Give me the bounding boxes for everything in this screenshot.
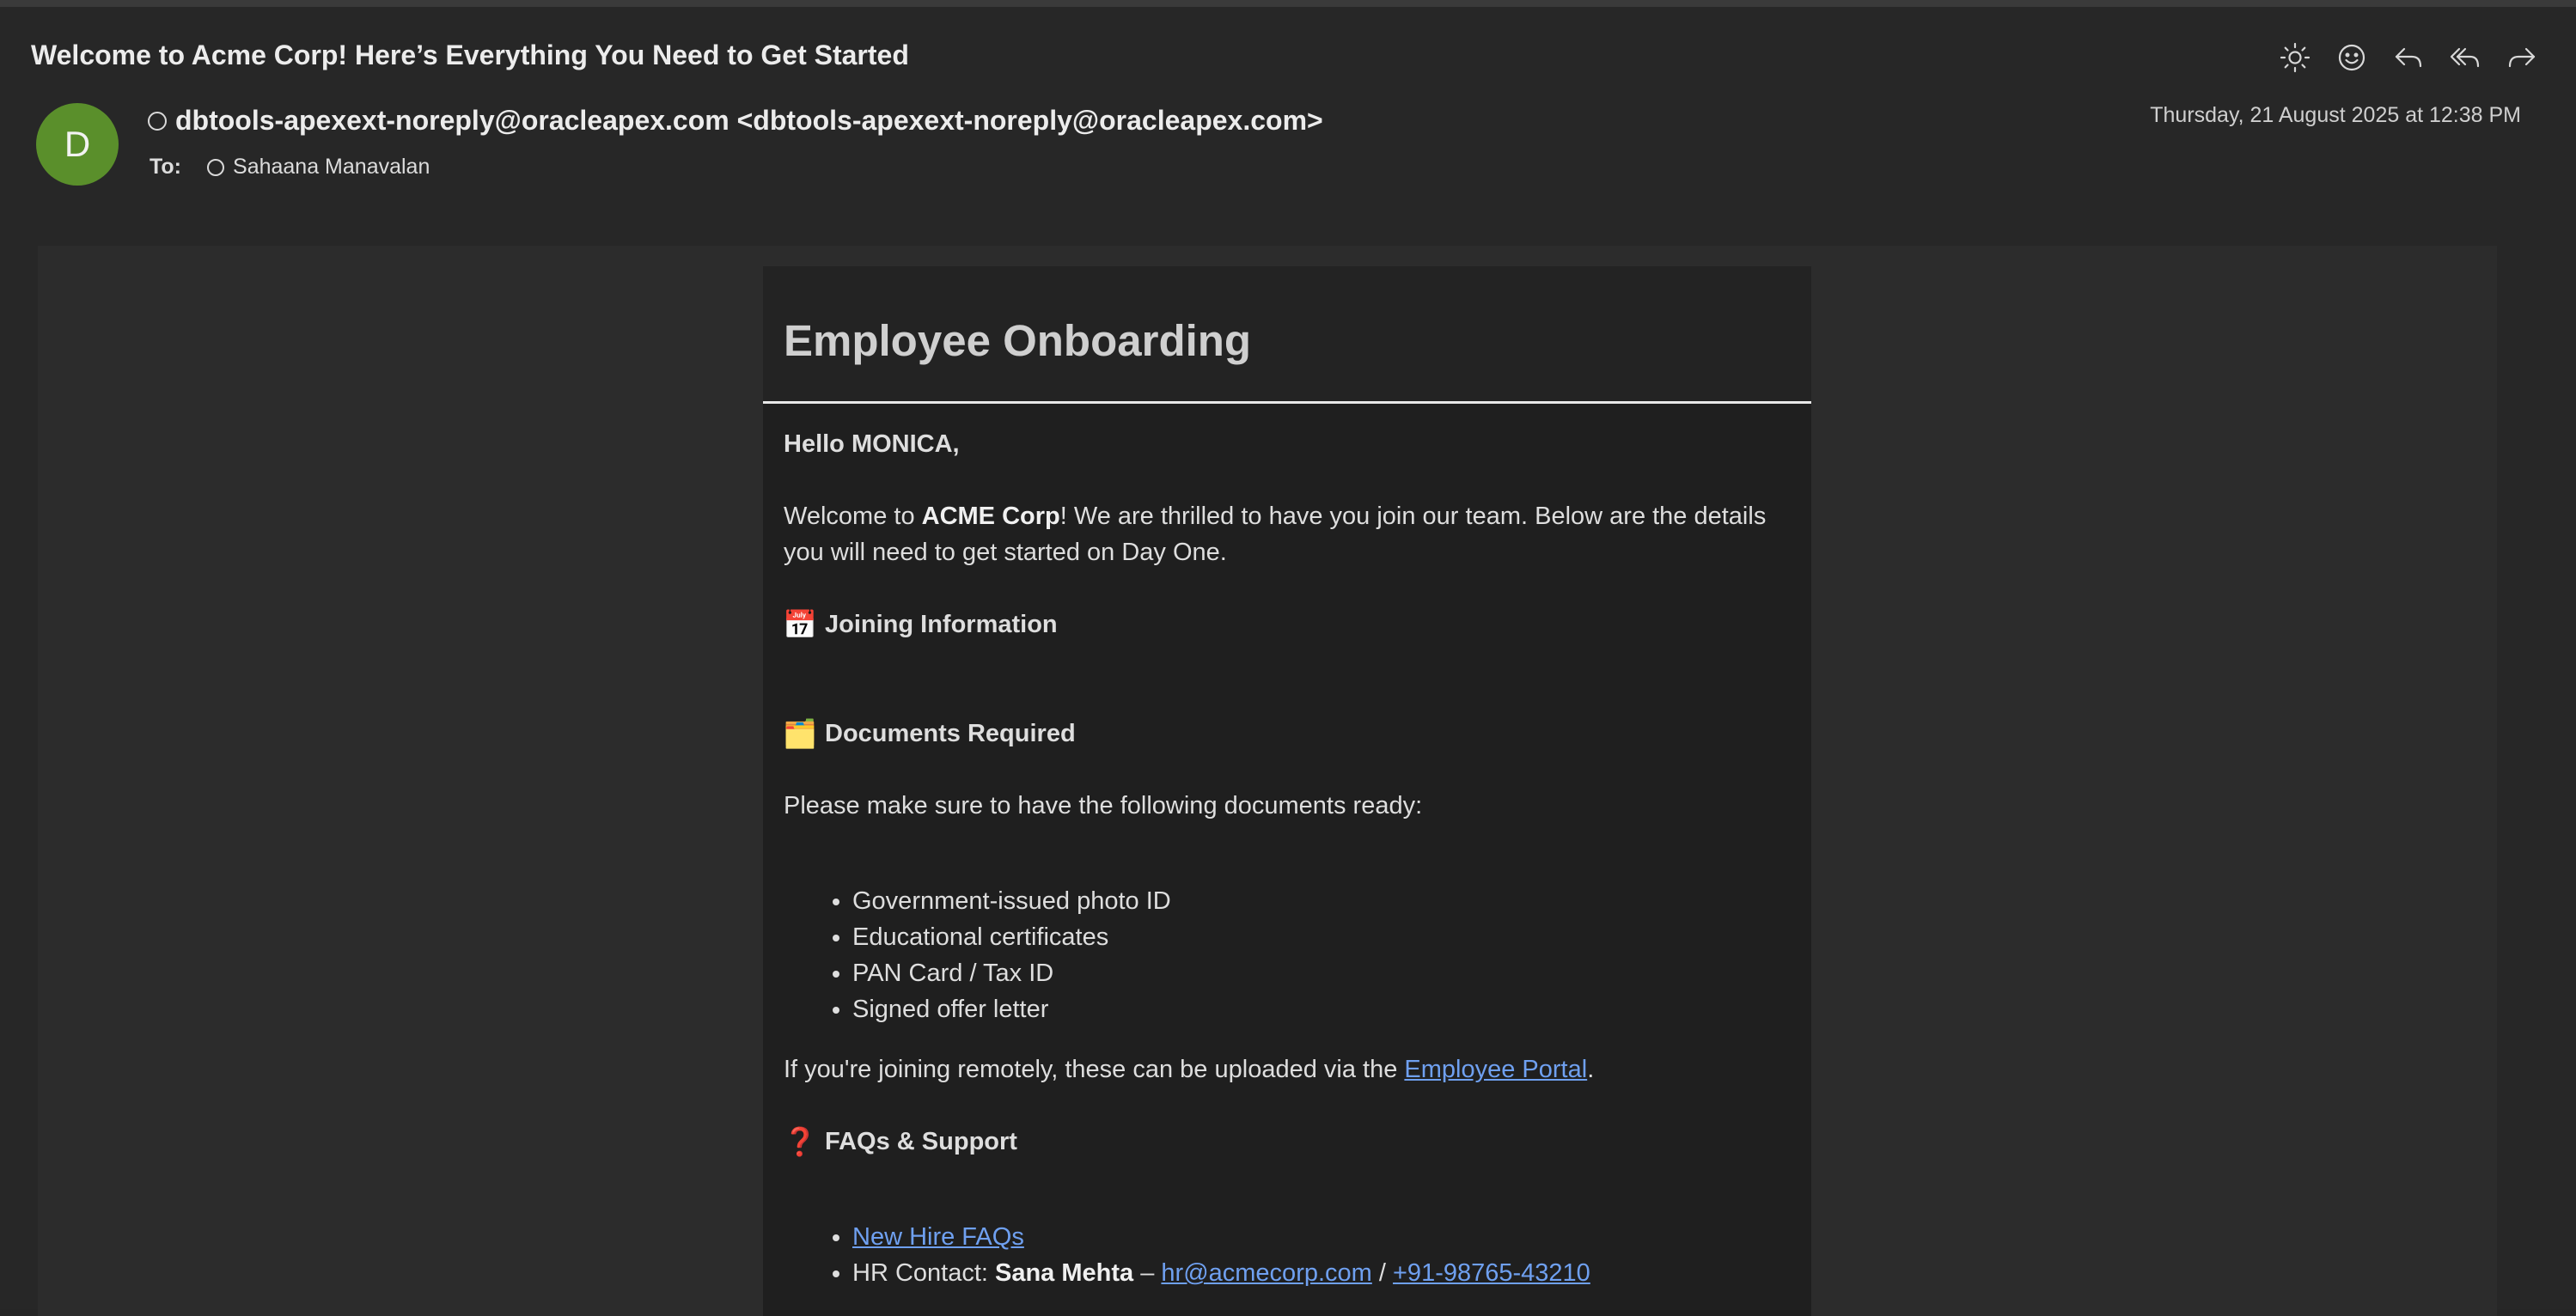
card-title: Employee Onboarding — [784, 316, 1252, 365]
list-item: Educational certificates — [852, 919, 1791, 955]
documents-intro: Please make sure to have the following d… — [784, 792, 1423, 819]
hr-contact-label: HR Contact: — [852, 1259, 995, 1287]
sender-line: dbtools-apexext-noreply@oracleapex.com <… — [148, 105, 1323, 137]
list-item: New Hire FAQs — [852, 1219, 1791, 1255]
joining-heading-text: Joining Information — [825, 611, 1058, 638]
card-header: Employee Onboarding — [763, 266, 1811, 404]
remote-period: . — [1587, 1056, 1595, 1083]
list-item: Government-issued photo ID — [852, 883, 1791, 919]
onboarding-card: Employee Onboarding Hello MONICA, Welcom… — [763, 266, 1811, 1316]
remote-paragraph: If you're joining remotely, these can be… — [784, 1051, 1791, 1088]
hr-dash: – — [1133, 1259, 1162, 1287]
email-body-frame: Employee Onboarding Hello MONICA, Welcom… — [38, 246, 2497, 1316]
message-toolbar — [2275, 38, 2542, 77]
faq-heading-text: FAQs & Support — [825, 1128, 1017, 1155]
hr-email-link[interactable]: hr@acmecorp.com — [1161, 1259, 1371, 1287]
sender-avatar: D — [36, 103, 119, 186]
to-label: To: — [150, 155, 182, 179]
sender-address[interactable]: dbtools-apexext-noreply@oracleapex.com <… — [175, 105, 1323, 137]
email-date: Thursday, 21 August 2025 at 12:38 PM — [2150, 103, 2521, 127]
documents-heading: 🗂️ Documents Required — [783, 716, 1791, 752]
welcome-paragraph: Welcome to ACME Corp! We are thrilled to… — [784, 498, 1791, 570]
reply-all-icon[interactable] — [2445, 38, 2485, 77]
joining-heading: 📅 Joining Information — [783, 606, 1791, 643]
list-item: HR Contact: Sana Mehta – hr@acmecorp.com… — [852, 1255, 1791, 1291]
recipient-status-circle-icon — [207, 158, 225, 176]
documents-list: Government-issued photo ID Educational c… — [784, 883, 1791, 1027]
support-list: New Hire FAQs HR Contact: Sana Mehta – h… — [784, 1219, 1791, 1291]
new-hire-faqs-link[interactable]: New Hire FAQs — [852, 1223, 1024, 1251]
reply-icon[interactable] — [2389, 38, 2428, 77]
recipient-name: Sahaana Manavalan — [233, 155, 430, 179]
documents-heading-text: Documents Required — [825, 720, 1076, 747]
hr-separator: / — [1371, 1259, 1393, 1287]
list-item: PAN Card / Tax ID — [852, 955, 1791, 991]
mail-window: Welcome to Acme Corp! Here’s Everything … — [0, 0, 2576, 1316]
list-item: Signed offer letter — [852, 991, 1791, 1027]
question-mark-icon: ❓ — [783, 1126, 817, 1157]
sender-status-circle-icon — [148, 111, 167, 131]
faq-heading: ❓ FAQs & Support — [783, 1124, 1791, 1160]
forward-icon[interactable] — [2502, 38, 2542, 77]
recipients-line: To: Sahaana Manavalan — [150, 155, 430, 180]
hr-phone-link[interactable]: +91-98765-43210 — [1393, 1259, 1590, 1287]
brightness-icon[interactable] — [2275, 38, 2315, 77]
recipient-chip[interactable]: Sahaana Manavalan — [207, 155, 430, 180]
folder-icon: 🗂️ — [783, 718, 817, 749]
email-subject: Welcome to Acme Corp! Here’s Everything … — [31, 40, 909, 70]
card-content: Hello MONICA, Welcome to ACME Corp! We a… — [763, 426, 1811, 1291]
greeting: Hello MONICA, — [784, 430, 960, 458]
employee-portal-link[interactable]: Employee Portal — [1404, 1056, 1587, 1083]
remote-text: If you're joining remotely, these can be… — [784, 1056, 1405, 1083]
welcome-text-start: Welcome to — [784, 503, 922, 530]
hr-contact-name: Sana Mehta — [995, 1259, 1134, 1287]
company-name: ACME Corp — [921, 503, 1060, 530]
emoji-reaction-icon[interactable] — [2332, 38, 2372, 77]
calendar-icon: 📅 — [783, 609, 817, 640]
